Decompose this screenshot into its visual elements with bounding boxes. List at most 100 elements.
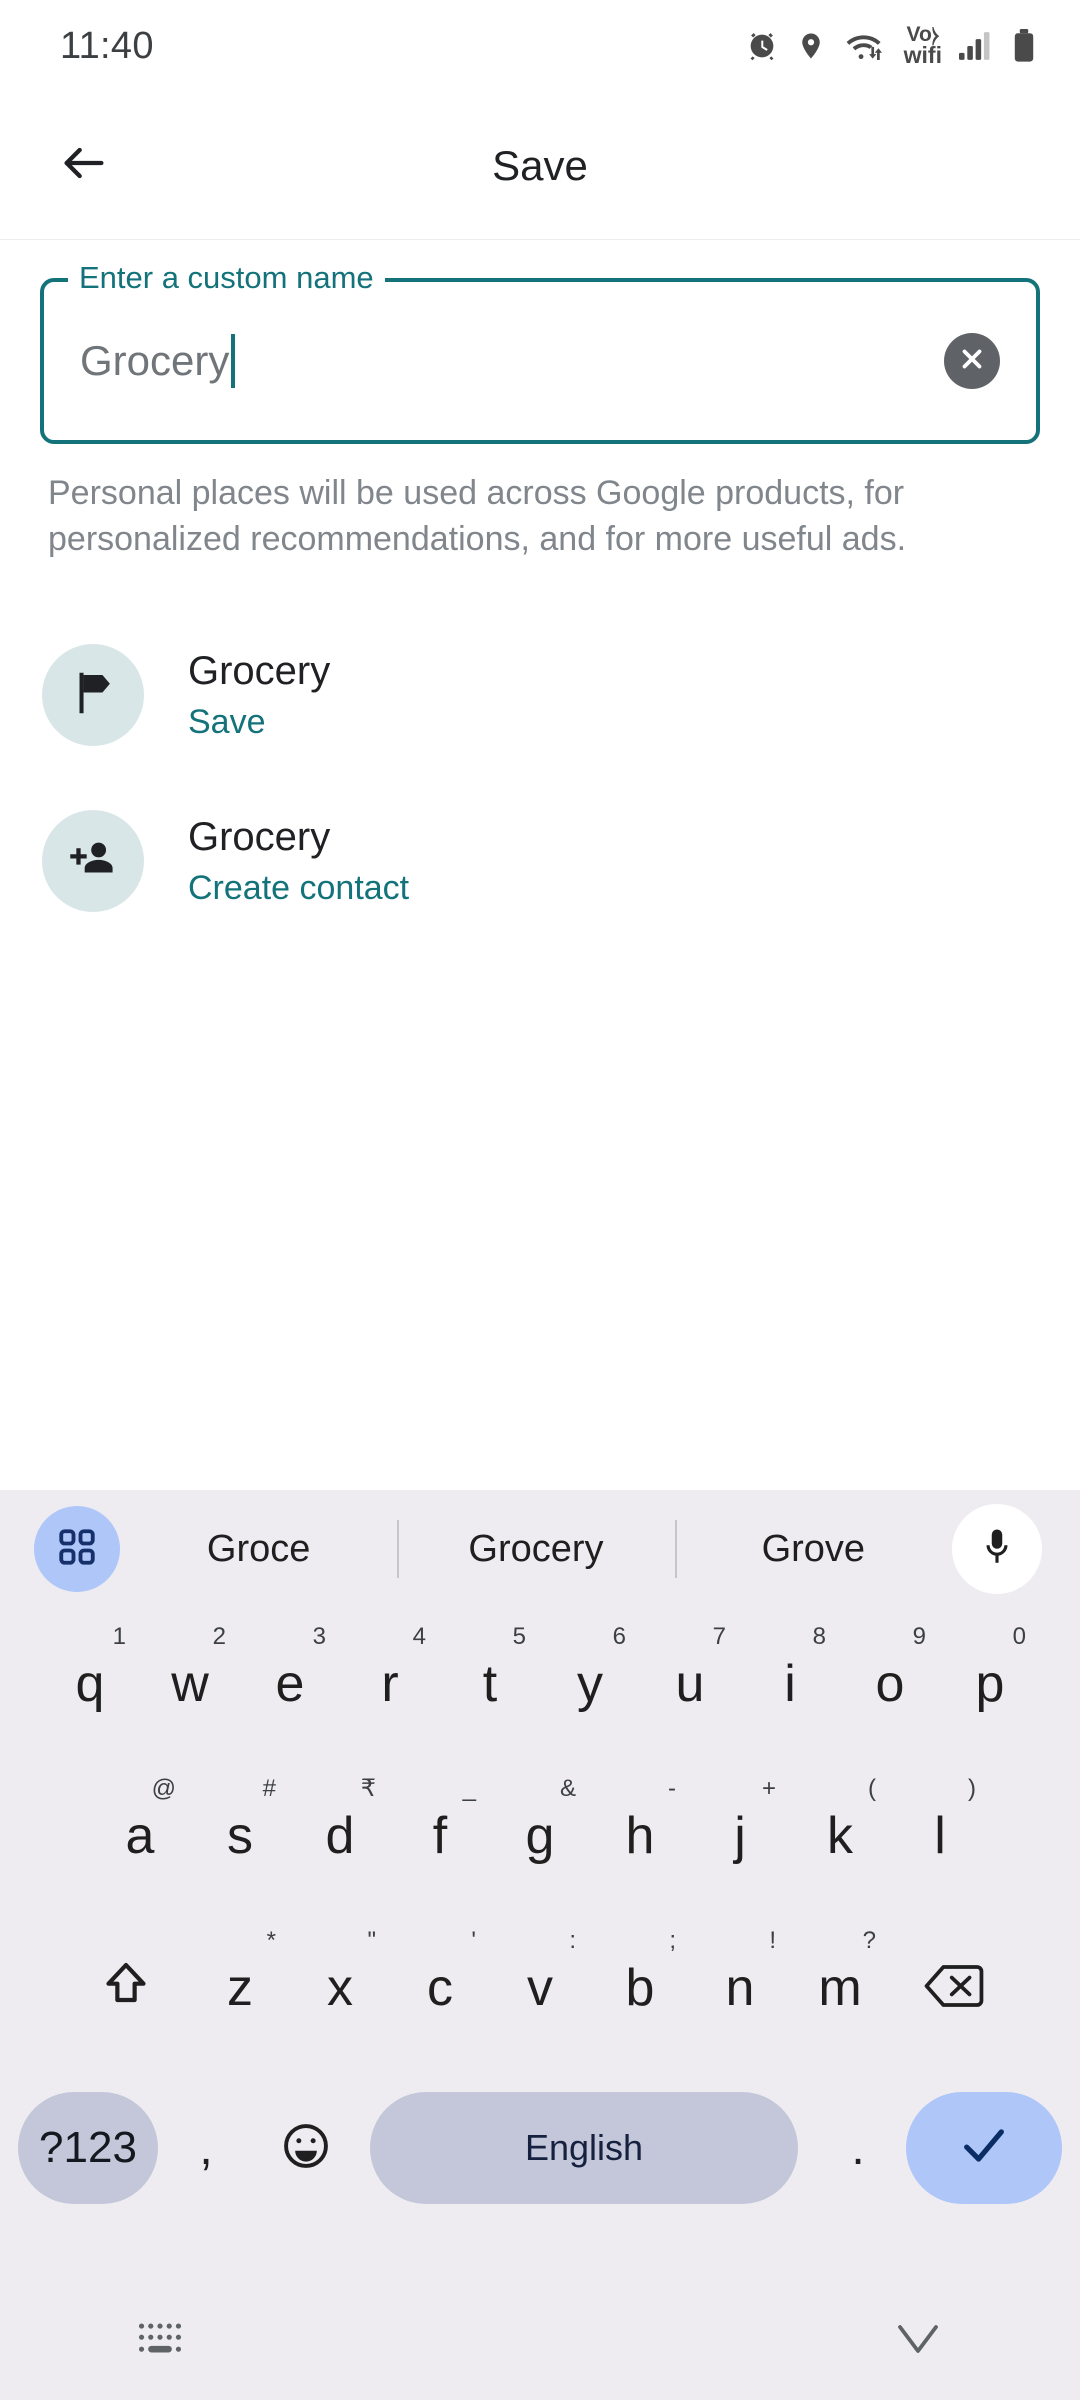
text-caret xyxy=(231,334,236,388)
key-alt: 7 xyxy=(712,1623,726,1650)
key-label: v xyxy=(527,1959,553,2017)
key-label: y xyxy=(577,1655,603,1713)
comma-key[interactable]: , xyxy=(158,2092,254,2204)
key-l[interactable]: ) l xyxy=(890,1773,990,1899)
key-r[interactable]: 4r xyxy=(340,1621,440,1747)
key-m[interactable]: ? m xyxy=(790,1925,890,2051)
checkmark-icon xyxy=(958,2120,1010,2177)
key-label: d xyxy=(325,1807,355,1865)
key-z[interactable]: * z xyxy=(190,1925,290,2051)
backspace-icon xyxy=(923,1960,985,2017)
key-label: o xyxy=(875,1655,905,1713)
key-b[interactable]: ; b xyxy=(590,1925,690,2051)
space-key[interactable]: English xyxy=(370,2092,798,2204)
period-key[interactable]: . xyxy=(810,2092,906,2204)
key-label: a xyxy=(125,1807,155,1865)
key-t[interactable]: 5t xyxy=(440,1621,540,1747)
key-label: k xyxy=(827,1807,853,1865)
key-label: j xyxy=(734,1807,746,1865)
key-q[interactable]: 1q xyxy=(40,1621,140,1747)
key-alt: 8 xyxy=(812,1623,826,1650)
list-item-title: Grocery xyxy=(188,815,331,859)
voice-input-button[interactable] xyxy=(952,1504,1042,1594)
list-item-subtitle[interactable]: Save xyxy=(188,701,330,743)
keyboard-row-2: @ a # s ₹ d _ f & g -h + j (k ) l xyxy=(0,1760,1080,1912)
key-h[interactable]: -h xyxy=(590,1773,690,1899)
key-alt: 0 xyxy=(1012,1623,1026,1650)
key-label: x xyxy=(327,1959,353,2017)
key-k[interactable]: (k xyxy=(790,1773,890,1899)
key-j[interactable]: + j xyxy=(690,1773,790,1899)
key-y[interactable]: 6y xyxy=(540,1621,640,1747)
field-label: Enter a custom name xyxy=(68,261,385,295)
clear-text-button[interactable] xyxy=(944,333,1000,389)
key-s[interactable]: # s xyxy=(190,1773,290,1899)
field-input-text: Grocery xyxy=(80,337,230,384)
key-p[interactable]: 0p xyxy=(940,1621,1040,1747)
key-d[interactable]: ₹ d xyxy=(290,1773,390,1899)
key-u[interactable]: 7u xyxy=(640,1621,740,1747)
key-label: g xyxy=(525,1807,555,1865)
key-g[interactable]: & g xyxy=(490,1773,590,1899)
key-label: p xyxy=(975,1655,1005,1713)
shift-key[interactable] xyxy=(62,1925,190,2051)
symbols-key[interactable]: ?123 xyxy=(18,2092,158,2204)
key-label: s xyxy=(227,1807,253,1865)
enter-key[interactable] xyxy=(906,2092,1062,2204)
emoji-key[interactable] xyxy=(254,2092,358,2204)
key-label: n xyxy=(725,1959,755,2017)
keyboard-row-1: 1q 2w 3e 4r 5t 6y 7u 8i 9o 0p xyxy=(0,1608,1080,1760)
key-alt: @ xyxy=(151,1775,176,1802)
key-alt: ! xyxy=(769,1927,776,1954)
key-o[interactable]: 9o xyxy=(840,1621,940,1747)
key-e[interactable]: 3e xyxy=(240,1621,340,1747)
key-alt: 1 xyxy=(112,1623,126,1650)
key-alt: 6 xyxy=(612,1623,626,1650)
search-input[interactable]: Grocery xyxy=(80,334,236,388)
keyboard-switch-icon[interactable] xyxy=(136,2317,184,2366)
key-alt: ' xyxy=(471,1927,476,1954)
key-alt: _ xyxy=(462,1775,476,1802)
key-w[interactable]: 2w xyxy=(140,1621,240,1747)
page-title: Save xyxy=(492,142,588,189)
key-label: t xyxy=(482,1655,498,1713)
key-alt: # xyxy=(262,1775,276,1802)
key-label: e xyxy=(275,1655,305,1713)
key-label: r xyxy=(381,1655,399,1713)
list-item-text: Grocery Save xyxy=(188,647,330,743)
list-item[interactable]: Grocery Save xyxy=(0,612,1080,778)
apps-grid-button[interactable] xyxy=(34,1506,120,1592)
list-item-subtitle[interactable]: Create contact xyxy=(188,867,409,909)
key-label: h xyxy=(625,1807,655,1865)
app-bar: Save xyxy=(0,92,1080,240)
list-item[interactable]: Grocery Create contact xyxy=(0,778,1080,944)
suggestion-0[interactable]: Groce xyxy=(120,1506,397,1592)
suggestion-1[interactable]: Grocery xyxy=(397,1506,674,1592)
apps-grid-icon xyxy=(56,1526,98,1573)
keyboard-row-3: * z " x ' c :v ; b ! n ? m xyxy=(0,1912,1080,2064)
suggestion-list: Grocery Save Grocery Create contact xyxy=(0,612,1080,944)
key-alt: 2 xyxy=(212,1623,226,1650)
key-label: c xyxy=(427,1959,453,2017)
custom-name-field[interactable]: Enter a custom name Grocery xyxy=(40,261,1040,444)
key-c[interactable]: ' c xyxy=(390,1925,490,2051)
key-label: b xyxy=(625,1959,655,2017)
key-label: i xyxy=(784,1655,796,1713)
key-alt: ? xyxy=(862,1927,876,1954)
key-f[interactable]: _ f xyxy=(390,1773,490,1899)
key-v[interactable]: :v xyxy=(490,1925,590,2051)
key-n[interactable]: ! n xyxy=(690,1925,790,2051)
on-screen-keyboard: Groce Grocery Grove 1q 2w 3e 4r 5t 6 y 7… xyxy=(0,1490,1080,2400)
key-a[interactable]: @ a xyxy=(90,1773,190,1899)
location-icon xyxy=(796,29,826,63)
backspace-key[interactable] xyxy=(890,1925,1018,2051)
key-x[interactable]: " x xyxy=(290,1925,390,2051)
suggestion-2[interactable]: Grove xyxy=(674,1506,952,1592)
chevron-down-icon[interactable] xyxy=(892,2317,944,2366)
list-item-title: Grocery xyxy=(188,649,331,693)
key-label: z xyxy=(227,1959,253,2017)
suggestion-items: Groce Grocery Grove xyxy=(120,1506,952,1592)
flag-icon-circle xyxy=(42,644,144,746)
key-i[interactable]: 8i xyxy=(740,1621,840,1747)
helper-text: Personal places will be used across Goog… xyxy=(48,474,907,558)
